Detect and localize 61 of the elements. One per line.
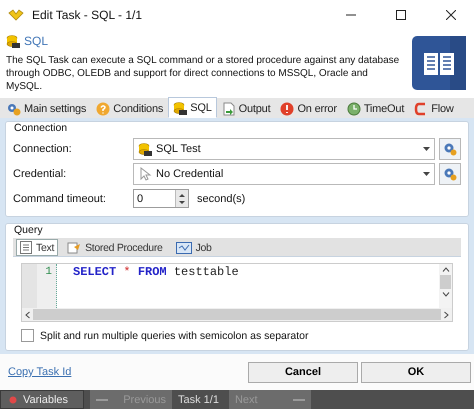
code-editor[interactable]: 1 SELECT * FROM testtable xyxy=(21,263,453,322)
field-label: Connection: xyxy=(13,142,73,154)
vertical-scrollbar[interactable] xyxy=(439,264,452,308)
dropdown[interactable]: No Credential xyxy=(133,162,435,184)
group-title: Connection xyxy=(12,122,70,134)
copy-task-id-link[interactable]: Copy Task Id xyxy=(8,366,72,378)
cancel-button[interactable]: Cancel xyxy=(248,362,358,382)
tab[interactable]: Job xyxy=(172,239,216,256)
caret-icon xyxy=(423,146,430,150)
clock-icon xyxy=(346,102,361,116)
group-title: Query xyxy=(12,224,45,236)
code-line: SELECT * FROM testtable xyxy=(73,264,240,280)
scroll-down-icon[interactable] xyxy=(442,292,450,297)
maximize-icon[interactable] xyxy=(396,10,406,20)
tab[interactable]: Stored Procedure xyxy=(63,239,167,256)
app-icon xyxy=(8,9,24,21)
variables-button[interactable]: Variables xyxy=(0,390,84,409)
task-position: Task 1/1 xyxy=(177,394,220,406)
tab[interactable]: On error xyxy=(275,99,342,118)
timeout-spinner[interactable]: 0 xyxy=(133,189,189,208)
window-title: Edit Task - SQL - 1/1 xyxy=(32,8,142,22)
unit-label: second(s) xyxy=(197,192,246,204)
chart-window-icon xyxy=(176,242,192,254)
settings-icon xyxy=(443,142,457,156)
procedure-icon xyxy=(67,241,82,254)
ok-button[interactable]: OK xyxy=(361,362,471,382)
tab[interactable]: Text xyxy=(16,239,58,256)
document-icon xyxy=(20,241,32,254)
tab[interactable]: Flow xyxy=(409,99,459,118)
tab[interactable]: Conditions xyxy=(91,99,168,118)
pointer-icon xyxy=(138,166,152,180)
field-label: Credential: xyxy=(13,168,68,180)
status-dot-icon xyxy=(9,396,17,404)
checkbox[interactable] xyxy=(21,329,34,342)
checkbox-label[interactable]: Split and run multiple queries with semicolon as separator xyxy=(40,330,308,342)
close-icon[interactable] xyxy=(446,10,456,20)
horizontal-scrollbar[interactable] xyxy=(22,308,452,321)
dropdown[interactable]: SQL Test xyxy=(133,138,435,160)
scroll-right-icon[interactable] xyxy=(444,310,449,318)
tab[interactable]: Main settings xyxy=(2,99,92,118)
settings-button[interactable] xyxy=(439,162,461,184)
database-icon xyxy=(6,34,20,48)
database-icon xyxy=(138,142,152,156)
document-arrow-icon xyxy=(222,102,236,116)
error-icon xyxy=(280,102,294,116)
settings-icon xyxy=(443,166,457,180)
field-label: Command timeout: xyxy=(13,192,107,204)
settings-button[interactable] xyxy=(439,138,461,160)
caret-icon xyxy=(423,172,430,176)
book-icon[interactable] xyxy=(412,36,466,90)
database-icon xyxy=(173,100,188,114)
scroll-up-icon[interactable] xyxy=(442,267,450,272)
line-number: 1 xyxy=(44,265,53,280)
gears-icon xyxy=(7,102,21,116)
question-icon xyxy=(96,102,110,116)
task-title: SQL xyxy=(24,34,48,48)
scroll-left-icon[interactable] xyxy=(25,310,30,318)
tab[interactable]: Output xyxy=(216,99,276,118)
tab[interactable]: SQL xyxy=(168,97,217,118)
task-description: The SQL Task can execute a SQL command or a stored procedure against any database through ODBC, OLEDB and support for direct connections to MSSQL, Oracle and MySQL. xyxy=(6,54,400,93)
tab[interactable]: TimeOut xyxy=(342,99,410,118)
